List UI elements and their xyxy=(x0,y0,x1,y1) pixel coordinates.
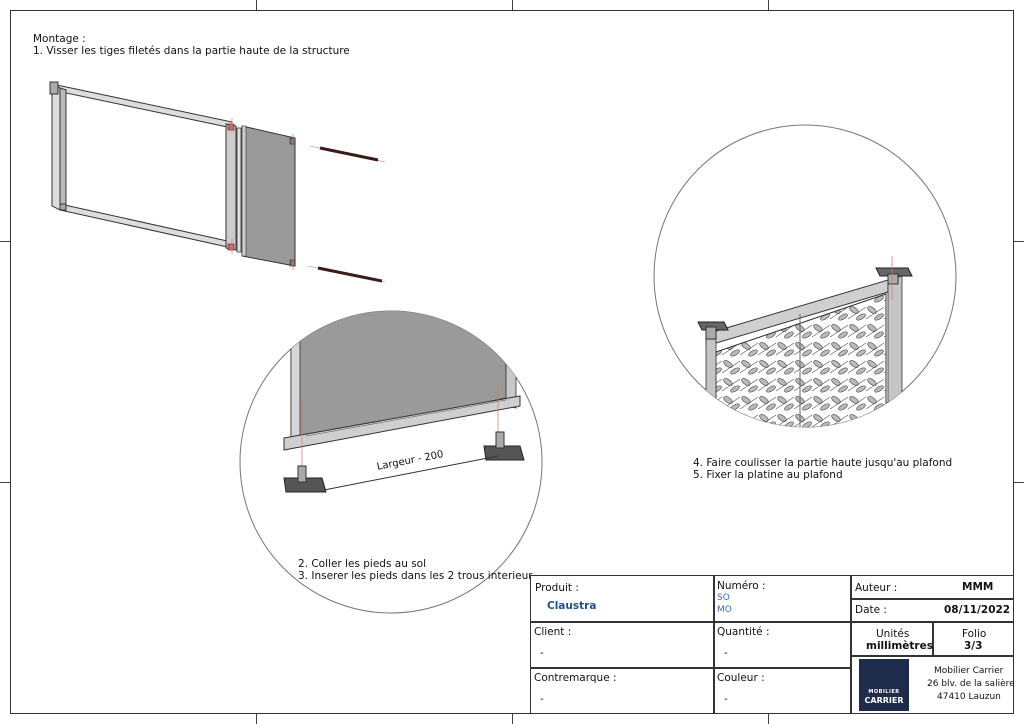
company-logo: MOBILIER CARRIER xyxy=(859,659,909,711)
numero-label: Numéro : xyxy=(717,580,766,592)
border-tick xyxy=(768,0,769,10)
step-4-text: 4. Faire coulisser la partie haute jusqu… xyxy=(693,457,953,469)
border-tick xyxy=(0,482,10,483)
folio-value: 3/3 xyxy=(964,640,983,652)
produit-value: Claustra xyxy=(547,600,597,612)
step-2-text: 2. Coller les pieds au sol xyxy=(298,558,426,570)
quantite-label: Quantité : xyxy=(717,626,770,638)
company-address-1: 26 blv. de la salière xyxy=(927,679,1015,689)
unites-label: Unités xyxy=(876,628,910,640)
numero-mo: MO xyxy=(717,605,732,615)
auteur-label: Auteur : xyxy=(855,582,898,594)
produit-label: Produit : xyxy=(535,582,579,594)
step-5-text: 5. Fixer la platine au plafond xyxy=(693,469,843,481)
auteur-value: MMM xyxy=(962,581,994,593)
border-tick xyxy=(1014,241,1024,242)
border-tick xyxy=(512,0,513,10)
exploded-frame-drawing xyxy=(49,81,386,283)
drawing-sheet: Montage : 1. Visser les tiges filetés da… xyxy=(0,0,1024,724)
border-tick xyxy=(256,714,257,724)
client-label: Client : xyxy=(534,626,572,638)
couleur-label: Couleur : xyxy=(717,672,765,684)
unites-value: millimètres xyxy=(866,640,933,652)
montage-title: Montage : xyxy=(33,33,86,45)
date-value: 08/11/2022 xyxy=(944,604,1011,616)
border-tick xyxy=(256,0,257,10)
numero-so: SO xyxy=(717,593,730,603)
couleur-value: - xyxy=(724,693,728,705)
company-address-2: 47410 Lauzun xyxy=(937,692,1001,702)
step-3-text: 3. Inserer les pieds dans les 2 trous in… xyxy=(298,570,533,582)
border-tick xyxy=(0,241,10,242)
top-detail-view xyxy=(653,124,957,428)
contremarque-value: - xyxy=(540,693,544,705)
company-name: Mobilier Carrier xyxy=(934,666,1004,676)
contremarque-label: Contremarque : xyxy=(534,672,617,684)
step-1-text: 1. Visser les tiges filetés dans la part… xyxy=(33,45,350,57)
folio-label: Folio xyxy=(962,628,987,640)
quantite-value: - xyxy=(724,647,728,659)
border-tick xyxy=(512,714,513,724)
border-tick xyxy=(768,714,769,724)
date-label: Date : xyxy=(855,604,887,616)
border-tick xyxy=(1014,482,1024,483)
client-value: - xyxy=(540,647,544,659)
